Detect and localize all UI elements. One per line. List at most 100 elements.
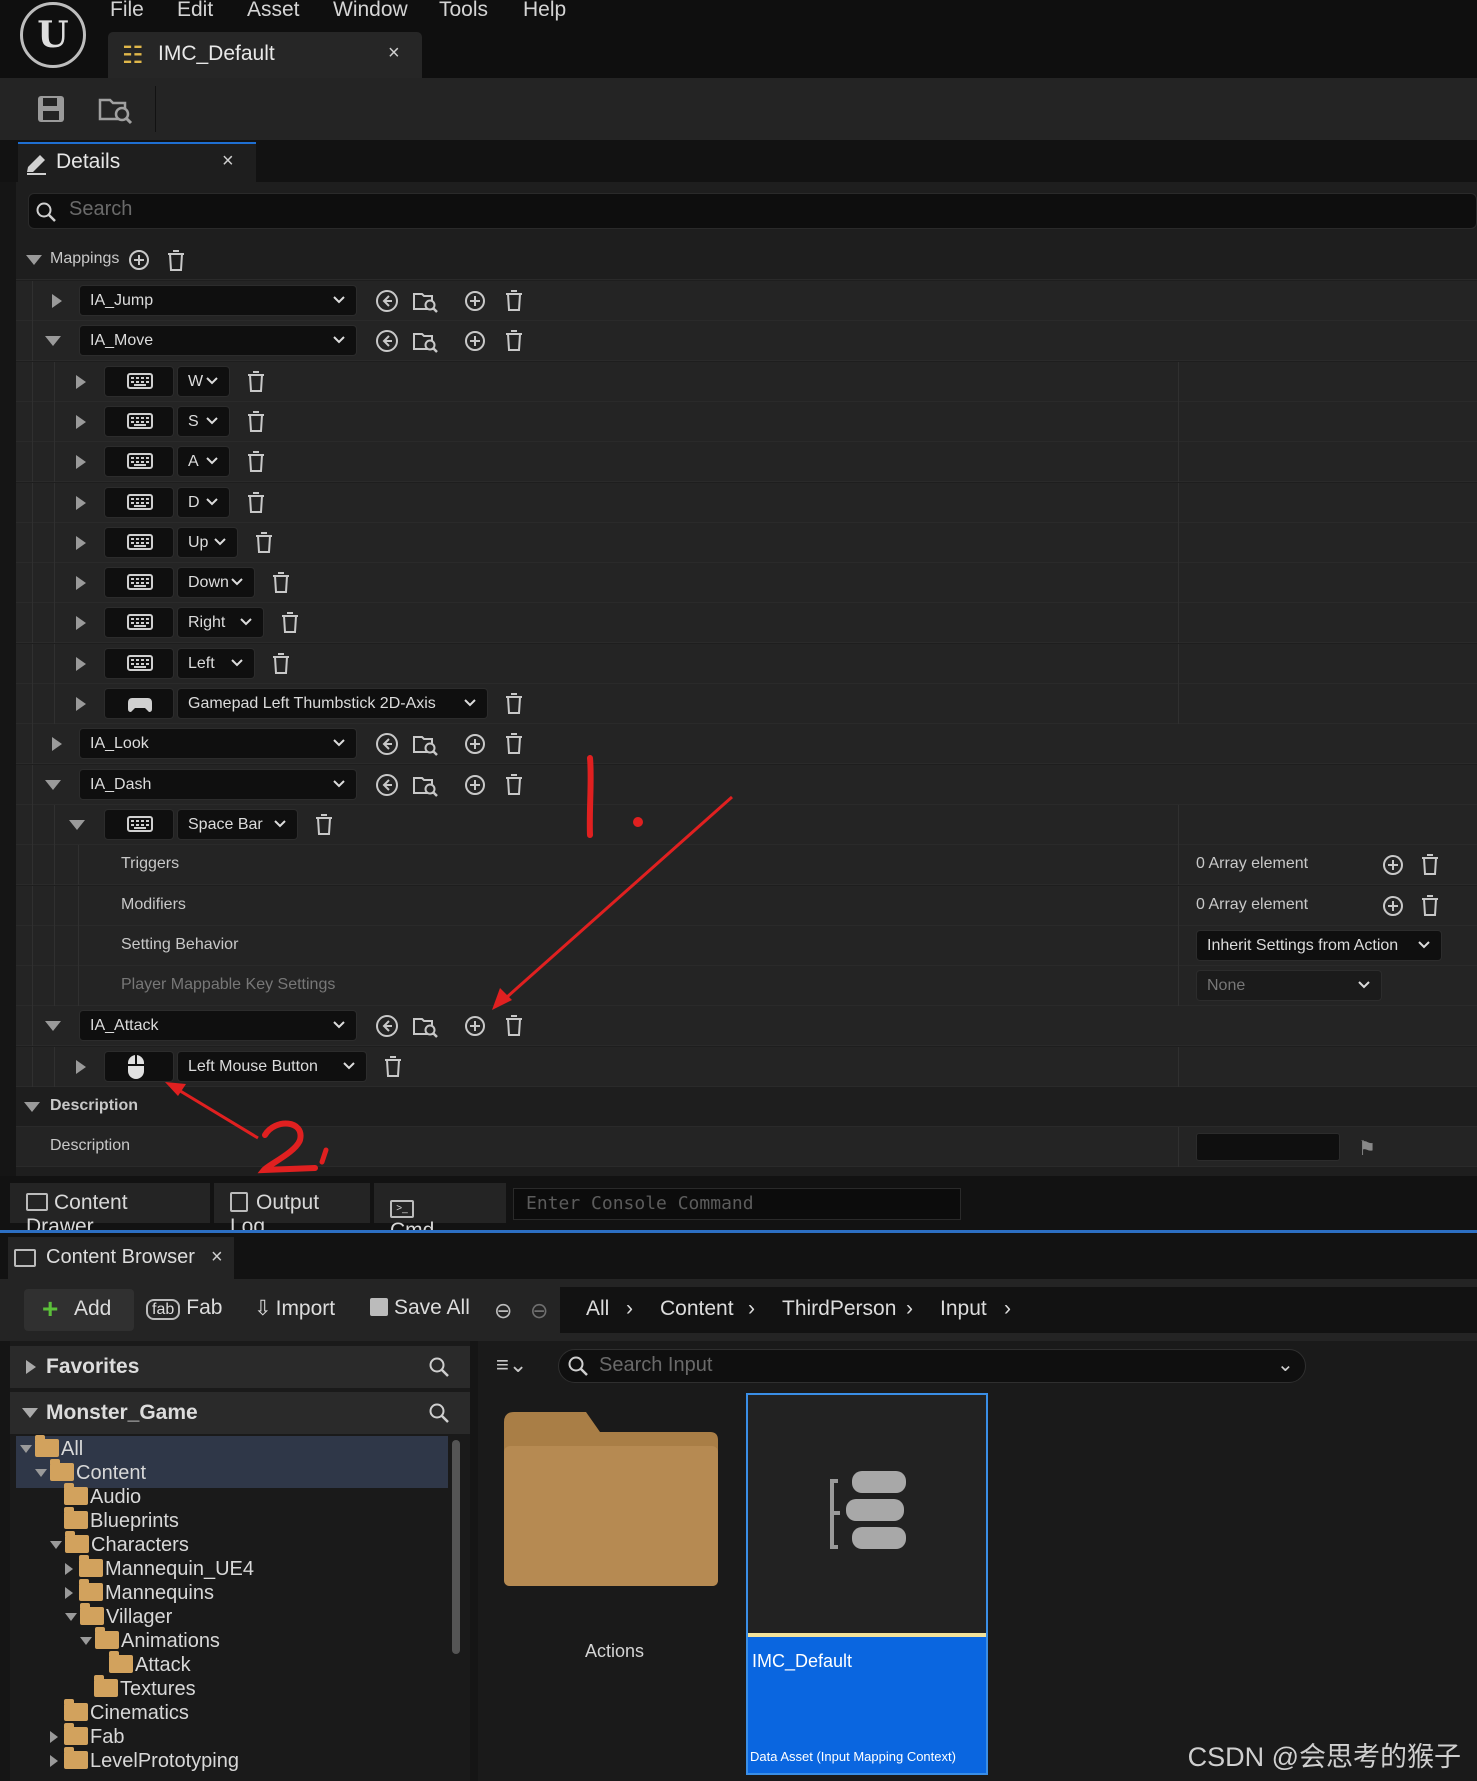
annotation-comma (319, 1147, 329, 1165)
folder-name: Animations (121, 1630, 220, 1652)
content-drawer-icon (26, 1193, 48, 1211)
collapse-arrow-icon[interactable] (50, 1541, 62, 1549)
folder-icon (50, 1459, 74, 1481)
content-browser-tab[interactable]: Content Browser × (8, 1237, 234, 1279)
asset-name: IMC_Default (752, 1651, 853, 1671)
folder-label-actions[interactable]: Actions (585, 1641, 644, 1662)
collapse-arrow-icon[interactable] (35, 1469, 47, 1477)
folder-tree-item[interactable]: Mannequin_UE4 (65, 1555, 254, 1582)
asset-card-imc-default[interactable]: IMC_Default Data Asset (Input Mapping Co… (746, 1393, 988, 1775)
content-browser-icon (14, 1249, 36, 1267)
expand-arrow-icon[interactable] (50, 1755, 58, 1767)
folder-icon (94, 1675, 118, 1697)
cmd-dropdown[interactable]: >_Cmd⌄ (374, 1183, 506, 1242)
collapse-arrow-icon[interactable] (22, 1408, 38, 1418)
breadcrumb-thirdperson[interactable]: ThirdPerson (782, 1297, 896, 1321)
import-label: Import (275, 1297, 336, 1320)
console-command-input[interactable]: Enter Console Command (513, 1188, 961, 1220)
output-log-icon (230, 1192, 248, 1212)
save-all-button[interactable]: Save All (370, 1296, 470, 1320)
breadcrumb-content[interactable]: Content (660, 1297, 734, 1321)
chevron-down-icon[interactable]: ⌄ (1277, 1352, 1294, 1377)
expand-arrow-icon[interactable] (26, 1360, 36, 1374)
project-label: Monster_Game (46, 1401, 198, 1424)
project-section[interactable]: Monster_Game (10, 1392, 470, 1434)
annotation-mark-one (586, 755, 594, 838)
folder-icon (64, 1723, 88, 1745)
folder-tree-item[interactable]: Audio (50, 1483, 141, 1510)
folder-name: Attack (135, 1654, 191, 1676)
breadcrumb-input[interactable]: Input (940, 1297, 987, 1321)
folder-icon (64, 1747, 88, 1769)
content-drawer-button[interactable]: Content Drawer (10, 1183, 210, 1238)
folder-name: Mannequin_UE4 (105, 1558, 254, 1580)
add-label: Add (74, 1297, 112, 1320)
history-back-icon[interactable]: ⊖ (494, 1298, 512, 1324)
folder-tree-item[interactable]: LevelPrototyping (50, 1747, 239, 1774)
chevron-right-icon[interactable]: › (906, 1297, 913, 1321)
folder-thumbnail-icon[interactable] (500, 1410, 722, 1586)
folder-icon (64, 1507, 88, 1529)
annotation-arrow-one (497, 795, 733, 1007)
folder-name: Characters (91, 1534, 189, 1556)
collapse-arrow-icon[interactable] (80, 1637, 92, 1645)
terminal-icon: >_ (390, 1200, 414, 1218)
fab-button[interactable]: fab Fab (146, 1296, 222, 1320)
collapse-arrow-icon[interactable] (20, 1445, 32, 1453)
asset-type: Data Asset (Input Mapping Context) (750, 1749, 956, 1764)
folder-icon (95, 1627, 119, 1649)
folder-icon (35, 1435, 59, 1457)
folder-tree-item[interactable]: Animations (80, 1627, 220, 1654)
asset-thumbnail (748, 1395, 986, 1633)
import-button[interactable]: ⇩ Import (254, 1296, 335, 1321)
folder-name: Fab (90, 1726, 125, 1748)
fab-icon: fab (146, 1299, 181, 1320)
breadcrumb-all[interactable]: All (586, 1297, 609, 1321)
save-all-icon (370, 1298, 388, 1316)
filter-icon[interactable]: ≡⌄ (496, 1352, 527, 1378)
expand-arrow-icon[interactable] (50, 1731, 58, 1743)
favorites-section[interactable]: Favorites (10, 1346, 470, 1388)
chevron-right-icon[interactable]: › (1004, 1297, 1011, 1321)
folder-name: Blueprints (90, 1510, 179, 1532)
folder-tree-item[interactable]: Characters (50, 1531, 189, 1558)
folder-icon (109, 1651, 133, 1673)
folder-icon (79, 1555, 103, 1577)
folder-name: Cinematics (90, 1702, 189, 1724)
chevron-right-icon[interactable]: › (748, 1297, 755, 1321)
asset-search-input[interactable]: Search Input ⌄ (558, 1349, 1306, 1383)
expand-arrow-icon[interactable] (65, 1563, 73, 1575)
folder-icon (80, 1603, 104, 1625)
folder-icon (64, 1699, 88, 1721)
history-forward-icon[interactable]: ⊖ (530, 1298, 548, 1324)
folder-tree-item[interactable]: Content (35, 1459, 146, 1486)
folder-icon (79, 1579, 103, 1601)
annotation-arrowhead-one (492, 988, 512, 1010)
output-log-button[interactable]: Output Log (214, 1183, 370, 1238)
expand-arrow-icon[interactable] (65, 1587, 73, 1599)
folder-tree-item[interactable]: Villager (65, 1603, 172, 1630)
folder-tree-item[interactable]: Attack (95, 1651, 191, 1678)
tree-scrollbar[interactable] (452, 1440, 460, 1654)
chevron-right-icon[interactable]: › (626, 1297, 633, 1321)
folder-name: LevelPrototyping (90, 1750, 239, 1772)
folder-name: Textures (120, 1678, 196, 1700)
folder-icon (64, 1483, 88, 1505)
search-icon[interactable] (428, 1356, 450, 1378)
folder-name: All (61, 1438, 84, 1460)
search-icon (567, 1355, 589, 1377)
collapse-arrow-icon[interactable] (65, 1613, 77, 1621)
import-icon: ⇩ (254, 1297, 272, 1320)
input-mapping-context-icon (828, 1467, 910, 1553)
content-browser-tab-label: Content Browser (46, 1246, 195, 1268)
add-button[interactable]: + Add (24, 1289, 134, 1331)
close-content-browser-button[interactable]: × (211, 1246, 223, 1269)
favorites-label: Favorites (46, 1355, 140, 1378)
folder-tree-item[interactable]: Textures (80, 1675, 196, 1702)
folder-tree-item[interactable]: Fab (50, 1723, 125, 1750)
search-icon[interactable] (428, 1402, 450, 1424)
breadcrumb: All › Content › ThirdPerson › Input › (560, 1287, 1477, 1333)
annotation-dot (633, 817, 643, 827)
annotation-arrow-two (171, 1084, 259, 1140)
folder-name: Mannequins (105, 1582, 214, 1604)
